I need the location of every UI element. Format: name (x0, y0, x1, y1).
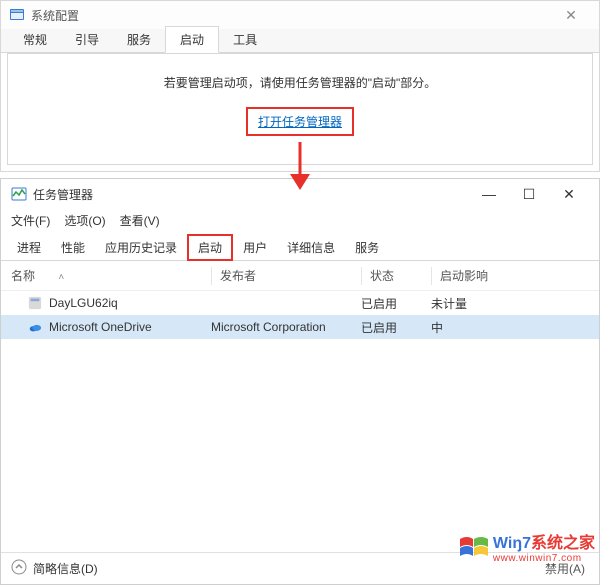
table-row[interactable]: DayLGU62iq 已启用 未计量 (1, 291, 599, 315)
row-status: 已启用 (361, 295, 431, 312)
tm-tab-users[interactable]: 用户 (233, 235, 277, 260)
row-impact: 未计量 (431, 295, 531, 312)
col-name[interactable]: 名称 ˄ (11, 267, 211, 284)
maximize-icon[interactable]: ☐ (509, 186, 549, 203)
startup-list: 名称 ˄ 发布者 状态 启动影响 DayLGU62iq 已启用 未计量 (1, 261, 599, 552)
row-name: Microsoft OneDrive (49, 320, 152, 334)
open-taskmgr-highlight: 打开任务管理器 (246, 107, 354, 136)
disable-button[interactable]: 禁用(A) (541, 558, 589, 579)
taskmgr-titlebar: 任务管理器 — ☐ ✕ (1, 179, 599, 209)
msconfig-title: 系统配置 (31, 7, 551, 24)
onedrive-icon (27, 319, 43, 335)
tm-tab-performance[interactable]: 性能 (51, 235, 95, 260)
msconfig-titlebar: 系统配置 ✕ (1, 1, 599, 29)
col-name-label: 名称 (11, 269, 35, 283)
col-status[interactable]: 状态 (361, 267, 431, 285)
tm-tab-startup[interactable]: 启动 (187, 234, 233, 261)
tm-tab-processes[interactable]: 进程 (7, 235, 51, 260)
row-impact: 中 (431, 319, 531, 336)
taskmgr-menubar: 文件(F) 选项(O) 查看(V) (1, 209, 599, 231)
row-status: 已启用 (361, 319, 431, 336)
menu-file[interactable]: 文件(F) (11, 212, 50, 229)
taskmgr-tabs: 进程 性能 应用历史记录 启动 用户 详细信息 服务 (1, 235, 599, 261)
tm-tab-app-history[interactable]: 应用历史记录 (95, 235, 187, 260)
msconfig-window: 系统配置 ✕ 常规 引导 服务 启动 工具 若要管理启动项，请使用任务管理器的"… (0, 0, 600, 172)
startup-hint: 若要管理启动项，请使用任务管理器的"启动"部分。 (8, 74, 592, 91)
fewer-details-label: 简略信息(D) (33, 560, 98, 577)
app-generic-icon (27, 295, 43, 311)
row-name: DayLGU62iq (49, 296, 118, 310)
tm-tab-services[interactable]: 服务 (345, 235, 389, 260)
msconfig-tabs: 常规 引导 服务 启动 工具 (1, 29, 599, 53)
column-headers: 名称 ˄ 发布者 状态 启动影响 (1, 261, 599, 291)
tab-general[interactable]: 常规 (9, 27, 61, 52)
taskmgr-icon (11, 186, 27, 202)
taskmgr-statusbar: 简略信息(D) 禁用(A) (1, 552, 599, 584)
tab-startup[interactable]: 启动 (165, 26, 219, 53)
menu-view[interactable]: 查看(V) (120, 212, 160, 229)
row-publisher: Microsoft Corporation (211, 320, 361, 334)
col-publisher[interactable]: 发布者 (211, 267, 361, 285)
taskmgr-title: 任务管理器 (33, 186, 469, 203)
open-taskmgr-link[interactable]: 打开任务管理器 (258, 115, 342, 129)
msconfig-icon (9, 7, 25, 23)
close-icon[interactable]: ✕ (549, 186, 589, 203)
tab-boot[interactable]: 引导 (61, 27, 113, 52)
menu-options[interactable]: 选项(O) (64, 212, 105, 229)
msconfig-startup-panel: 若要管理启动项，请使用任务管理器的"启动"部分。 打开任务管理器 (7, 53, 593, 165)
tab-tools[interactable]: 工具 (219, 27, 271, 52)
table-row[interactable]: Microsoft OneDrive Microsoft Corporation… (1, 315, 599, 339)
col-impact[interactable]: 启动影响 (431, 267, 531, 285)
tab-services[interactable]: 服务 (113, 27, 165, 52)
fewer-details-toggle[interactable]: 简略信息(D) (11, 559, 541, 578)
taskmgr-window: 任务管理器 — ☐ ✕ 文件(F) 选项(O) 查看(V) 进程 性能 应用历史… (0, 178, 600, 585)
chevron-up-icon: ˄ (58, 272, 64, 283)
tm-tab-details[interactable]: 详细信息 (277, 235, 345, 260)
chevron-up-circle-icon (11, 559, 27, 578)
minimize-icon[interactable]: — (469, 186, 509, 202)
close-icon[interactable]: ✕ (551, 7, 591, 24)
